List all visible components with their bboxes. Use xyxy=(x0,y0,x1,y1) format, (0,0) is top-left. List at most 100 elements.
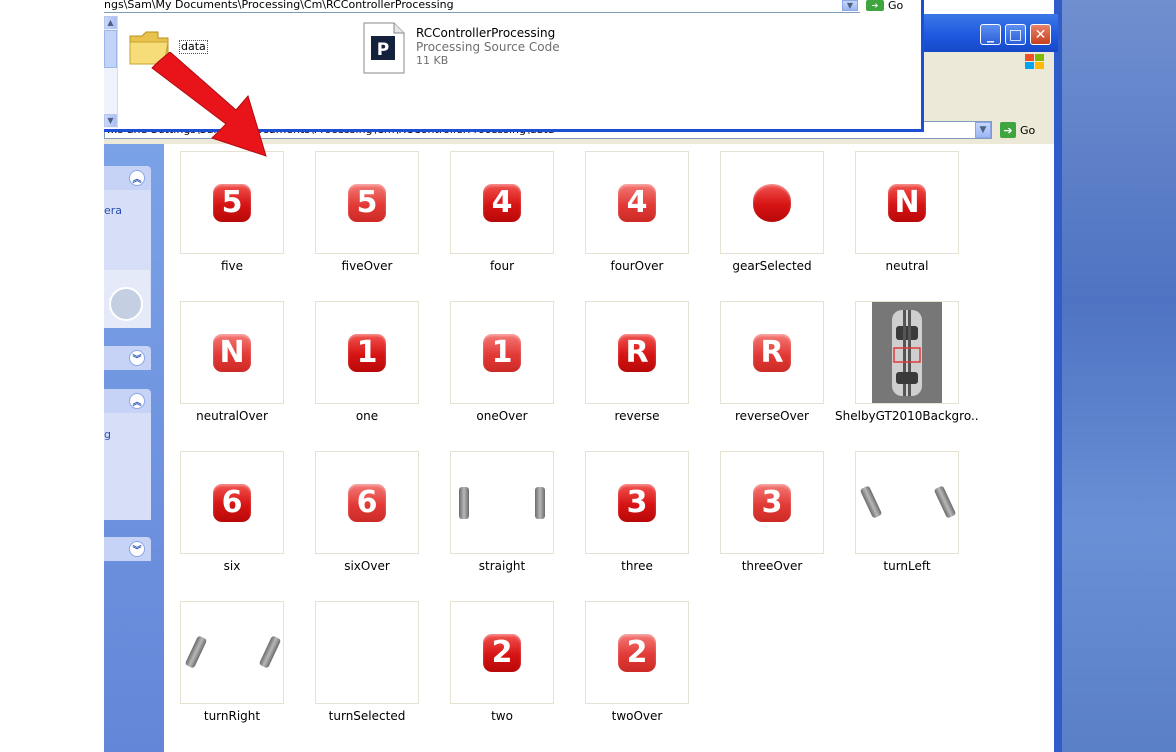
file-thumbnail[interactable]: 2 xyxy=(585,601,689,704)
file-tile[interactable]: 5 five xyxy=(180,151,284,293)
gear-image-icon: R xyxy=(753,333,791,372)
expand-chevron-icon[interactable]: ︾ xyxy=(129,350,145,366)
file-thumbnail[interactable] xyxy=(315,601,419,704)
front-address-dropdown-chevron-icon[interactable]: ▼ xyxy=(842,0,858,11)
file-label[interactable]: two xyxy=(430,709,574,723)
gear-image-icon: 2 xyxy=(483,633,521,672)
file-thumbnail[interactable]: R xyxy=(720,301,824,404)
file-type: Processing Source Code xyxy=(416,40,560,54)
file-tile[interactable]: straight xyxy=(450,451,554,593)
gear-glyph: 6 xyxy=(356,485,378,520)
file-thumbnail[interactable] xyxy=(180,601,284,704)
file-label[interactable]: reverse xyxy=(565,409,709,423)
file-thumbnail[interactable]: 4 xyxy=(585,151,689,254)
file-tile[interactable]: 2 two xyxy=(450,601,554,743)
maximize-button[interactable]: □ xyxy=(1005,24,1026,45)
file-label[interactable]: fourOver xyxy=(565,259,709,273)
file-label[interactable]: twoOver xyxy=(565,709,709,723)
file-thumbnail[interactable]: 6 xyxy=(315,451,419,554)
file-tile[interactable]: 5 fiveOver xyxy=(315,151,419,293)
task-item-text[interactable]: era xyxy=(104,204,122,217)
file-thumbnail[interactable] xyxy=(855,301,959,404)
task-item-text[interactable]: g xyxy=(104,428,111,441)
gear-glyph: 1 xyxy=(491,335,513,370)
file-label[interactable]: straight xyxy=(430,559,574,573)
file-tile[interactable]: 3 threeOver xyxy=(720,451,824,593)
file-tile[interactable]: 6 six xyxy=(180,451,284,593)
file-label[interactable]: neutral xyxy=(835,259,979,273)
file-tile[interactable]: Rreverse xyxy=(585,301,689,443)
gear-image-icon: 4 xyxy=(618,183,656,222)
scroll-thumb[interactable] xyxy=(104,30,117,68)
file-tile[interactable]: 2 twoOver xyxy=(585,601,689,743)
gear-glyph: 3 xyxy=(626,485,648,520)
file-tile[interactable]: 1 oneOver xyxy=(450,301,554,443)
close-button[interactable]: ✕ xyxy=(1030,24,1051,45)
file-thumbnail[interactable]: R xyxy=(585,301,689,404)
file-tile[interactable]: RreverseOver xyxy=(720,301,824,443)
go-button[interactable]: ➔ Go xyxy=(1000,121,1048,139)
file-thumbnail[interactable]: 6 xyxy=(180,451,284,554)
file-label[interactable]: turnLeft xyxy=(835,559,979,573)
file-label[interactable]: ShelbyGT2010Backgro... xyxy=(835,409,979,423)
tire-left-icon xyxy=(859,485,883,519)
file-thumbnail[interactable] xyxy=(720,151,824,254)
file-label[interactable]: sixOver xyxy=(295,559,439,573)
file-name[interactable]: RCControllerProcessing xyxy=(416,26,555,40)
file-thumbnail[interactable]: 1 xyxy=(315,301,419,404)
file-thumbnail[interactable]: 3 xyxy=(720,451,824,554)
gear-glyph: N xyxy=(219,335,245,370)
go-label: Go xyxy=(1020,123,1036,137)
file-thumbnail[interactable]: 4 xyxy=(450,151,554,254)
file-label[interactable]: turnSelected xyxy=(295,709,439,723)
file-tile[interactable]: 4 four xyxy=(450,151,554,293)
file-thumbnail[interactable]: 3 xyxy=(585,451,689,554)
file-tile[interactable]: 3 three xyxy=(585,451,689,593)
file-tile[interactable]: 6 sixOver xyxy=(315,451,419,593)
collapse-chevron-icon[interactable]: ︽ xyxy=(129,393,145,409)
file-thumbnail[interactable]: N xyxy=(180,301,284,404)
file-thumbnail[interactable] xyxy=(450,451,554,554)
file-label[interactable]: oneOver xyxy=(430,409,574,423)
file-label[interactable]: neutralOver xyxy=(160,409,304,423)
gear-glyph: 6 xyxy=(221,485,243,520)
front-go-button[interactable]: ➔ Go xyxy=(866,0,914,11)
file-tile[interactable]: turnSelected xyxy=(315,601,419,743)
file-thumbnail[interactable]: N xyxy=(855,151,959,254)
file-tile[interactable]: ShelbyGT2010Backgro... xyxy=(835,301,979,443)
scroll-up-chevron-icon[interactable]: ▲ xyxy=(104,16,117,29)
gear-glyph: R xyxy=(760,335,784,370)
file-label[interactable]: three xyxy=(565,559,709,573)
file-tile[interactable]: 1 one xyxy=(315,301,419,443)
file-label[interactable]: fiveOver xyxy=(295,259,439,273)
file-label[interactable]: threeOver xyxy=(700,559,844,573)
file-label[interactable]: turnRight xyxy=(160,709,304,723)
file-tile[interactable]: gearSelected xyxy=(720,151,824,293)
file-tile[interactable]: Nneutral xyxy=(855,151,959,293)
file-label[interactable]: five xyxy=(160,259,304,273)
file-label[interactable]: six xyxy=(160,559,304,573)
file-tile[interactable]: turnLeft xyxy=(855,451,959,593)
tire-left-icon xyxy=(184,635,208,669)
file-thumbnail[interactable]: 5 xyxy=(315,151,419,254)
file-label[interactable]: one xyxy=(295,409,439,423)
minimize-button[interactable]: _ xyxy=(980,24,1001,45)
file-tile[interactable]: NneutralOver xyxy=(180,301,284,443)
file-thumbnail[interactable]: 2 xyxy=(450,601,554,704)
file-tile[interactable]: 4 fourOver xyxy=(585,151,689,293)
file-thumbnail[interactable] xyxy=(855,451,959,554)
file-thumbnail[interactable]: 5 xyxy=(180,151,284,254)
file-thumbnail[interactable]: 1 xyxy=(450,301,554,404)
front-address-input[interactable]: ngs\Sam\My Documents\Processing\Cm\RCCon… xyxy=(104,0,860,13)
desktop-wallpaper xyxy=(1062,0,1176,752)
address-dropdown-chevron-icon[interactable]: ▼ xyxy=(975,122,991,138)
file-tile[interactable]: turnRight xyxy=(180,601,284,743)
file-label[interactable]: gearSelected xyxy=(700,259,844,273)
gear-image-icon: 6 xyxy=(348,483,386,522)
expand-chevron-icon[interactable]: ︾ xyxy=(129,541,145,557)
scroll-down-chevron-icon[interactable]: ▼ xyxy=(104,114,117,127)
collapse-chevron-icon[interactable]: ︽ xyxy=(129,170,145,186)
processing-file-icon[interactable]: P xyxy=(362,22,406,74)
file-label[interactable]: four xyxy=(430,259,574,273)
file-label[interactable]: reverseOver xyxy=(700,409,844,423)
